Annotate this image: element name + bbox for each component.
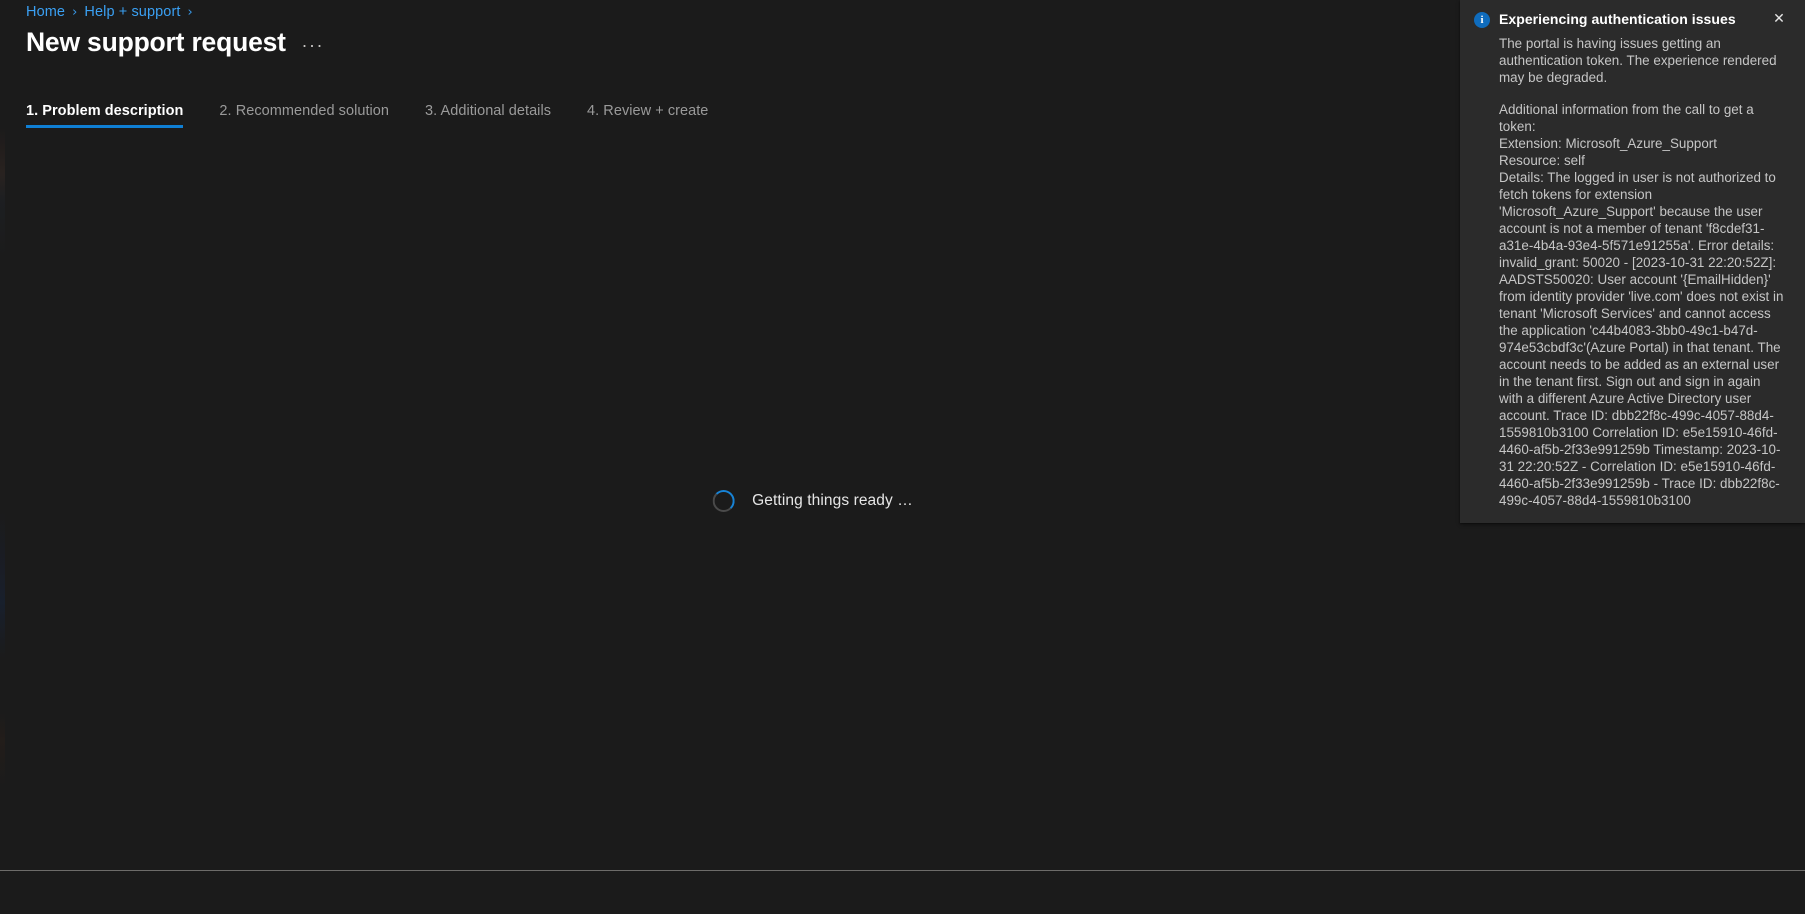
loading-indicator: Getting things ready … <box>712 490 913 512</box>
bottom-command-bar <box>0 871 1805 914</box>
title-row: New support request ··· <box>26 24 326 60</box>
notification-detail-line: Extension: Microsoft_Azure_Support <box>1499 136 1718 151</box>
info-icon: i <box>1474 12 1490 28</box>
tab-additional-details-label: 3. Additional details <box>425 103 552 119</box>
notification-summary: The portal is having issues getting an a… <box>1499 36 1777 85</box>
tab-problem-description-label: 1. Problem description <box>26 103 184 119</box>
loading-spinner-icon <box>712 490 735 512</box>
notification-detail-line: Resource: self <box>1499 153 1585 168</box>
tab-additional-details[interactable]: 3. Additional details <box>425 103 551 128</box>
notification-detail-line: Details: The logged in user is not autho… <box>1499 170 1784 508</box>
breadcrumb-separator-icon: › <box>72 4 78 20</box>
breadcrumb-item-help-support[interactable]: Help + support <box>84 4 180 20</box>
breadcrumb: Home › Help + support › <box>26 0 200 24</box>
tab-problem-description[interactable]: 1. Problem description <box>26 103 184 128</box>
loading-status-text: Getting things ready … <box>752 492 913 509</box>
page-title: New support request <box>26 26 286 57</box>
notification-header: i Experiencing authentication issues ✕ <box>1474 10 1791 29</box>
notification-detail-line: Additional information from the call to … <box>1499 102 1754 134</box>
wizard-tabs: 1. Problem description 2. Recommended so… <box>26 103 744 135</box>
tab-recommended-solution-label: 2. Recommended solution <box>219 103 390 119</box>
notification-toast: i Experiencing authentication issues ✕ T… <box>1460 0 1805 523</box>
tab-review-create-label: 4. Review + create <box>587 103 709 119</box>
notification-title: Experiencing authentication issues <box>1499 11 1736 27</box>
notification-detail: Additional information from the call to … <box>1499 101 1787 509</box>
breadcrumb-trailing-separator-icon: › <box>187 4 193 20</box>
notification-body: The portal is having issues getting an a… <box>1499 35 1791 509</box>
breadcrumb-item-home[interactable]: Home <box>26 4 65 20</box>
azure-portal-blade: Home › Help + support › New support requ… <box>0 0 1805 914</box>
close-icon[interactable]: ✕ <box>1769 9 1789 29</box>
more-options-icon[interactable]: ··· <box>300 30 326 54</box>
tab-review-create[interactable]: 4. Review + create <box>587 103 708 128</box>
tab-recommended-solution[interactable]: 2. Recommended solution <box>219 103 389 128</box>
